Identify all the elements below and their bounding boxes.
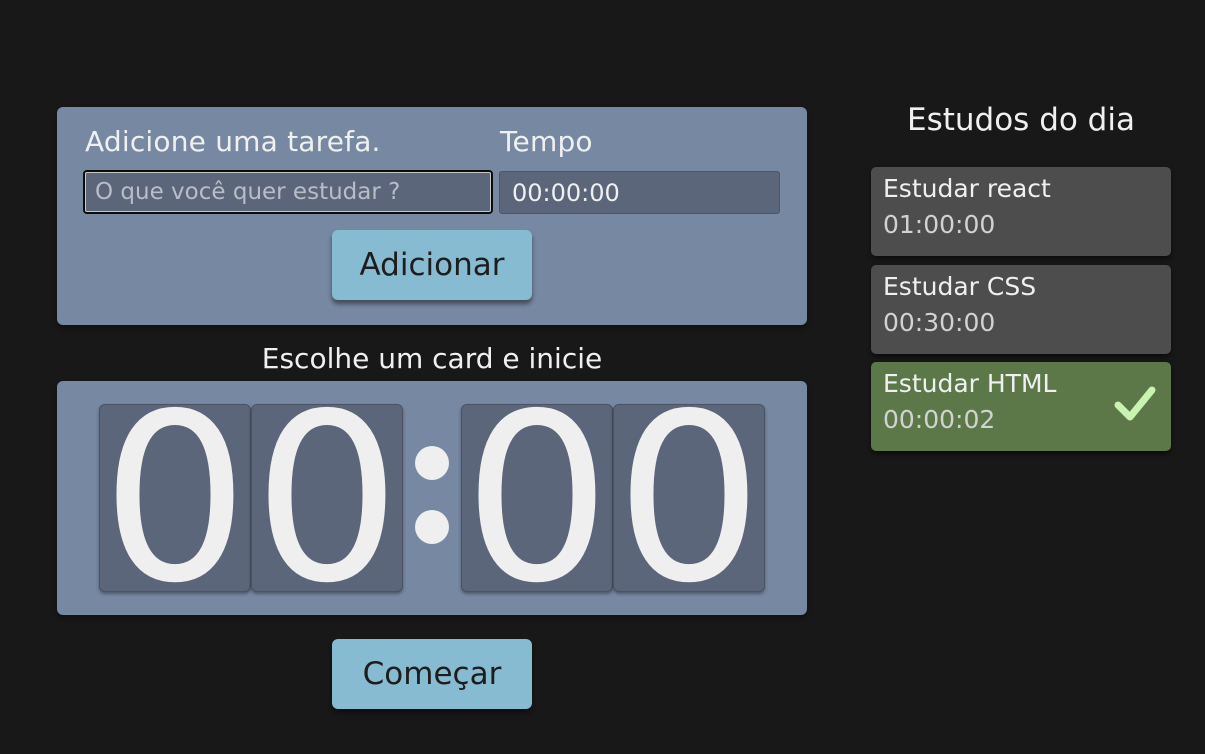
task-card-time: 00:30:00	[883, 308, 996, 337]
check-icon	[1114, 386, 1156, 421]
task-card-name: Estudar react	[883, 174, 1051, 203]
task-input[interactable]	[83, 170, 493, 214]
time-input[interactable]	[499, 171, 780, 214]
timer-digit-seconds-tens: 0	[461, 404, 613, 592]
task-card-completed[interactable]: Estudar HTML 00:00:02	[871, 362, 1171, 451]
timer-digit-seconds-ones: 0	[613, 404, 765, 592]
task-card[interactable]: Estudar react 01:00:00	[871, 167, 1171, 256]
start-button[interactable]: Começar	[332, 639, 532, 709]
app: Adicione uma tarefa. Tempo Adicionar Esc…	[0, 0, 1205, 754]
timer-digit-minutes-tens: 0	[99, 404, 251, 592]
task-label: Adicione uma tarefa.	[85, 125, 381, 158]
timer-colon-dot	[415, 446, 449, 480]
timer-title: Escolhe um card e inicie	[261, 342, 603, 375]
task-card-time: 01:00:00	[883, 210, 996, 239]
timer-colon-dot	[415, 510, 449, 544]
add-button[interactable]: Adicionar	[332, 230, 532, 300]
task-card-name: Estudar CSS	[883, 272, 1037, 301]
time-label: Tempo	[500, 125, 593, 158]
task-card[interactable]: Estudar CSS 00:30:00	[871, 265, 1171, 354]
timer-digit-minutes-ones: 0	[251, 404, 403, 592]
sidebar-title: Estudos do dia	[907, 102, 1135, 138]
